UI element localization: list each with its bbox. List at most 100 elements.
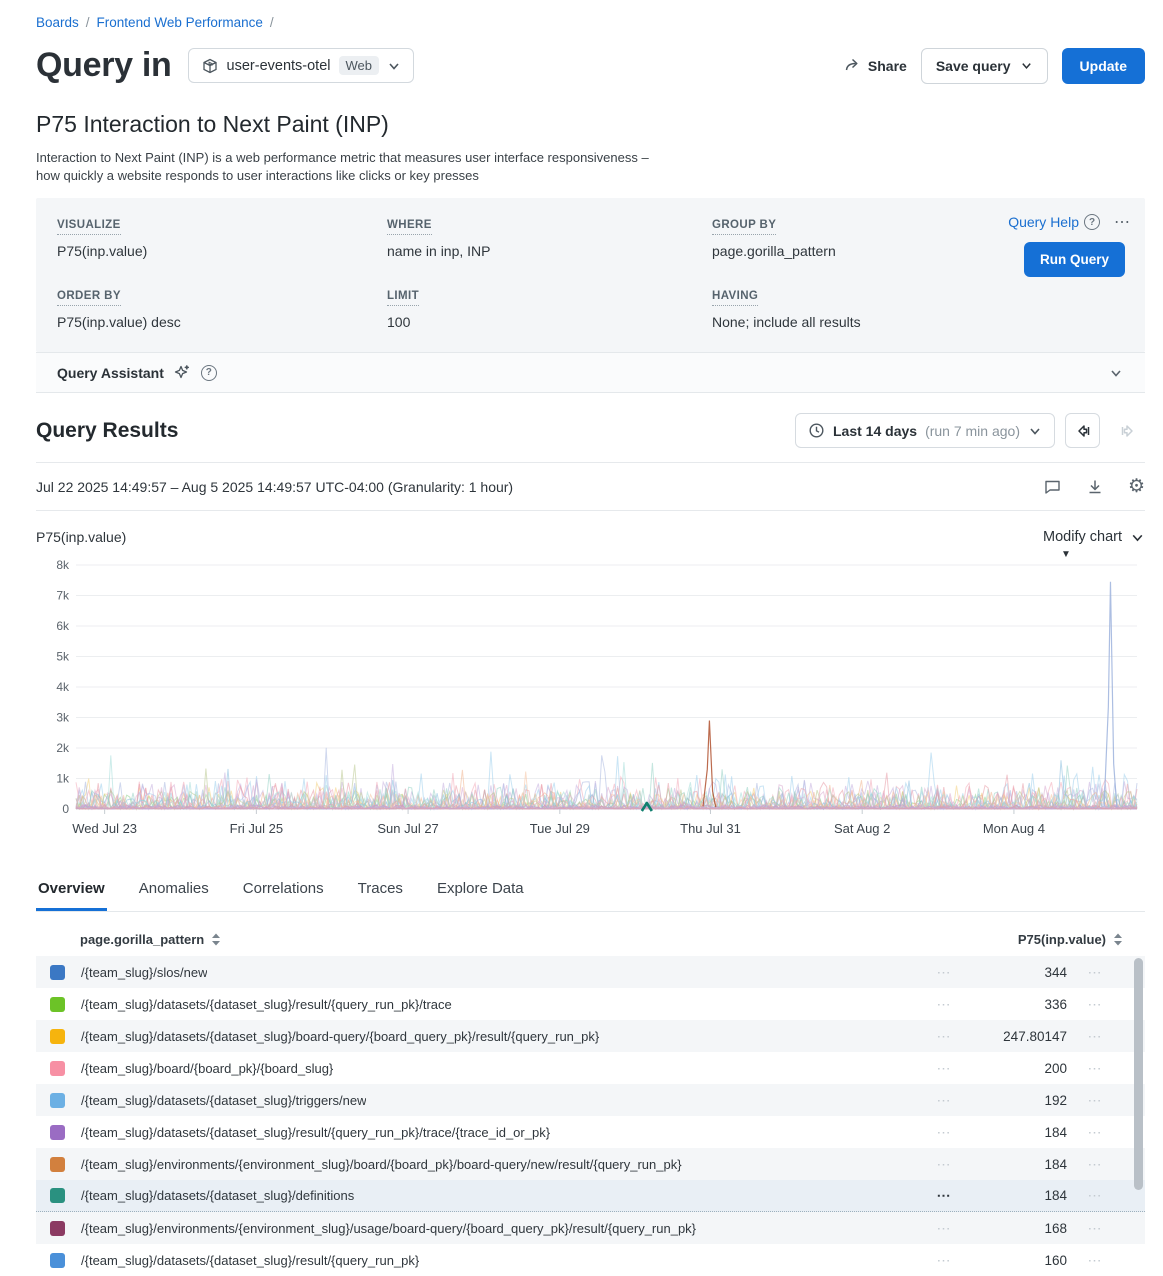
clause-label[interactable]: HAVING: [712, 290, 758, 306]
gear-icon[interactable]: ⚙: [1128, 475, 1145, 498]
row-overflow-icon[interactable]: ⋯: [1067, 1187, 1123, 1204]
svg-text:1k: 1k: [56, 772, 70, 786]
clause-label[interactable]: GROUP BY: [712, 219, 776, 235]
column-header-label: P75(inp.value): [1018, 932, 1106, 947]
modify-chart-button[interactable]: Modify chart: [1043, 529, 1145, 545]
series-color-swatch[interactable]: [50, 1188, 65, 1203]
clause-value[interactable]: 100: [387, 314, 712, 330]
row-actions-icon[interactable]: ⋯: [921, 1060, 967, 1077]
table-row[interactable]: /{team_slug}/datasets/{dataset_slug}/res…: [36, 988, 1145, 1020]
row-actions-icon[interactable]: ⋯: [921, 1028, 967, 1045]
previous-query-button[interactable]: [1065, 413, 1100, 448]
modify-chart-label: Modify chart: [1043, 529, 1122, 545]
row-actions-icon[interactable]: ⋯: [921, 1187, 967, 1204]
row-actions-icon[interactable]: ⋯: [921, 1156, 967, 1173]
series-color-swatch[interactable]: [50, 1029, 65, 1044]
run-query-button[interactable]: Run Query: [1024, 242, 1125, 277]
row-actions-icon[interactable]: ⋯: [921, 1220, 967, 1237]
share-button[interactable]: Share: [844, 57, 907, 74]
panel-overflow-menu[interactable]: ⋯: [1114, 212, 1131, 232]
chart-anomaly-marker-icon[interactable]: ▼: [1061, 549, 1071, 560]
clause-label[interactable]: ORDER BY: [57, 290, 121, 306]
series-color-swatch[interactable]: [50, 1221, 65, 1236]
save-query-button[interactable]: Save query: [921, 48, 1048, 84]
table-row[interactable]: /{team_slug}/environments/{environment_s…: [36, 1148, 1145, 1180]
comment-icon[interactable]: [1043, 477, 1062, 496]
table-row[interactable]: /{team_slug}/datasets/{dataset_slug}/tri…: [36, 1084, 1145, 1116]
series-color-swatch[interactable]: [50, 1061, 65, 1076]
breadcrumb-link-boards[interactable]: Boards: [36, 15, 79, 30]
clause-label[interactable]: WHERE: [387, 219, 432, 235]
svg-text:8k: 8k: [56, 558, 70, 572]
clause-value[interactable]: P75(inp.value) desc: [57, 314, 387, 330]
date-range-text: Jul 22 2025 14:49:57 – Aug 5 2025 14:49:…: [36, 479, 513, 495]
tab-overview[interactable]: Overview: [36, 872, 107, 911]
tab-correlations[interactable]: Correlations: [241, 872, 326, 911]
table-row[interactable]: /{team_slug}/datasets/{dataset_slug}/res…: [36, 1116, 1145, 1148]
series-color-swatch[interactable]: [50, 965, 65, 980]
query-help-link[interactable]: Query Help ?: [1008, 214, 1100, 230]
dataset-env-badge: Web: [339, 56, 380, 75]
series-color-swatch[interactable]: [50, 1125, 65, 1140]
clause-label[interactable]: LIMIT: [387, 290, 419, 306]
table-row[interactable]: /{team_slug}/slos/new⋯344⋯: [36, 956, 1145, 988]
series-color-swatch[interactable]: [50, 1253, 65, 1268]
row-overflow-icon[interactable]: ⋯: [1067, 1092, 1123, 1109]
table-row[interactable]: /{team_slug}/datasets/{dataset_slug}/def…: [36, 1180, 1145, 1212]
table-row[interactable]: /{team_slug}/datasets/{dataset_slug}/res…: [36, 1244, 1145, 1276]
chevron-down-icon[interactable]: [1108, 365, 1124, 381]
help-circle-icon[interactable]: ?: [201, 365, 217, 381]
row-actions-icon[interactable]: ⋯: [921, 964, 967, 981]
svg-text:Wed Jul 23: Wed Jul 23: [72, 821, 137, 836]
results-title: Query Results: [36, 419, 178, 443]
svg-text:Tue Jul 29: Tue Jul 29: [530, 821, 590, 836]
row-actions-icon[interactable]: ⋯: [921, 996, 967, 1013]
row-overflow-icon[interactable]: ⋯: [1067, 1124, 1123, 1141]
clause-value[interactable]: P75(inp.value): [57, 243, 387, 259]
row-overflow-icon[interactable]: ⋯: [1067, 1220, 1123, 1237]
builder-clause-where: WHERE name in inp, INP: [387, 215, 712, 259]
row-overflow-icon[interactable]: ⋯: [1067, 996, 1123, 1013]
timeseries-chart[interactable]: ▼ 01k2k3k4k5k6k7k8kWed Jul 23Fri Jul 25S…: [36, 551, 1145, 854]
column-header-label: page.gorilla_pattern: [80, 932, 204, 947]
chart-canvas[interactable]: 01k2k3k4k5k6k7k8kWed Jul 23Fri Jul 25Sun…: [36, 551, 1145, 849]
series-color-swatch[interactable]: [50, 1093, 65, 1108]
column-header-pattern[interactable]: page.gorilla_pattern: [80, 932, 221, 947]
tab-explore-data[interactable]: Explore Data: [435, 872, 526, 911]
row-overflow-icon[interactable]: ⋯: [1067, 1252, 1123, 1269]
page-header: Query in user-events-otel Web: [36, 46, 1145, 85]
dataset-selector[interactable]: user-events-otel Web: [188, 48, 414, 83]
tab-anomalies[interactable]: Anomalies: [137, 872, 211, 911]
query-assistant-bar[interactable]: Query Assistant ?: [36, 352, 1145, 393]
row-actions-icon[interactable]: ⋯: [921, 1092, 967, 1109]
row-overflow-icon[interactable]: ⋯: [1067, 1060, 1123, 1077]
table-row[interactable]: /{team_slug}/datasets/{dataset_slug}/boa…: [36, 1020, 1145, 1052]
row-actions-icon[interactable]: ⋯: [921, 1252, 967, 1269]
row-overflow-icon[interactable]: ⋯: [1067, 964, 1123, 981]
series-color-swatch[interactable]: [50, 1157, 65, 1172]
table-row[interactable]: /{team_slug}/environments/{environment_s…: [36, 1212, 1145, 1244]
update-button[interactable]: Update: [1062, 48, 1145, 84]
builder-clause-having: HAVING None; include all results: [712, 286, 1124, 330]
column-header-value[interactable]: P75(inp.value): [1018, 932, 1123, 947]
value-cell: 247.80147: [967, 1029, 1067, 1044]
row-actions-icon[interactable]: ⋯: [921, 1124, 967, 1141]
table-header: page.gorilla_pattern P75(inp.value): [36, 922, 1145, 956]
breadcrumb-link-board[interactable]: Frontend Web Performance: [97, 15, 263, 30]
download-icon[interactable]: [1086, 478, 1104, 496]
tab-traces[interactable]: Traces: [356, 872, 405, 911]
row-overflow-icon[interactable]: ⋯: [1067, 1156, 1123, 1173]
svg-text:0: 0: [62, 802, 69, 816]
clause-value[interactable]: None; include all results: [712, 314, 1124, 330]
table-scrollbar[interactable]: [1134, 958, 1143, 1190]
table-row[interactable]: /{team_slug}/board/{board_pk}/{board_slu…: [36, 1052, 1145, 1084]
time-range-selector[interactable]: Last 14 days (run 7 min ago): [795, 413, 1055, 448]
clause-label[interactable]: VISUALIZE: [57, 219, 121, 235]
clause-value[interactable]: name in inp, INP: [387, 243, 712, 259]
series-color-swatch[interactable]: [50, 997, 65, 1012]
query-help-label: Query Help: [1008, 214, 1079, 230]
svg-text:5k: 5k: [56, 650, 70, 664]
row-overflow-icon[interactable]: ⋯: [1067, 1028, 1123, 1045]
help-circle-icon: ?: [1084, 214, 1100, 230]
value-cell: 344: [967, 965, 1067, 980]
